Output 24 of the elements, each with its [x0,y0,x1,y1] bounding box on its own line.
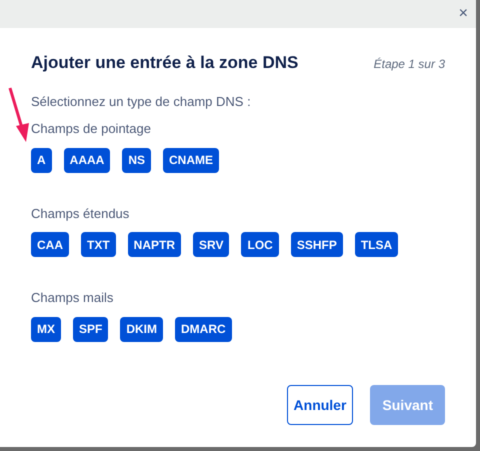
record-type-button[interactable]: SSHFP [290,232,343,257]
group-label: Champs de pointage [31,120,152,138]
record-type-button[interactable]: A [31,148,52,172]
prompt-text: Sélectionnez un type de champ DNS : [31,92,252,111]
record-type-button[interactable]: CAA [31,232,69,257]
dialog-title: Ajouter une entrée à la zone DNS [31,52,298,74]
record-type-button[interactable]: TLSA [354,232,398,257]
record-type-button[interactable]: NS [122,148,152,172]
group-label: Champs étendus [31,204,130,223]
group-label: Champs mails [31,289,114,307]
close-button[interactable]: × [458,6,468,22]
record-type-button[interactable]: DMARC [175,316,232,342]
record-type-button[interactable]: AAAA [64,148,110,172]
cancel-button[interactable]: Annuler [286,385,354,425]
record-type-button[interactable]: SRV [193,232,230,257]
record-type-button[interactable]: NAPTR [128,232,182,257]
step-indicator: Étape 1 sur 3 [374,56,445,72]
record-type-button[interactable]: CNAME [163,148,220,172]
record-type-button[interactable]: MX [31,316,61,342]
record-type-button[interactable]: SPF [73,316,108,342]
record-type-button[interactable]: TXT [81,232,116,257]
arrow-annotation [6,86,30,144]
record-type-button[interactable]: LOC [241,232,279,257]
record-type-button[interactable]: DKIM [120,316,164,342]
